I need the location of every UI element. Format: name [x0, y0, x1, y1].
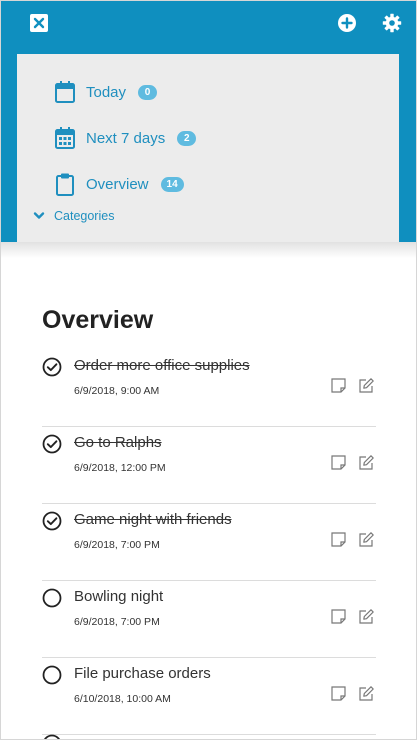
header-bar: Today 0 Next 7 days 2 Overview 14 Catego…	[1, 1, 416, 242]
note-button[interactable]	[330, 531, 347, 548]
edit-icon	[359, 609, 374, 624]
empty-circle-icon	[42, 588, 62, 608]
task-title[interactable]: Go to Ralphs	[74, 434, 162, 451]
task-item[interactable]: Game night with friends 6/9/2018, 7:00 PM	[42, 503, 376, 581]
task-item[interactable]: Bowling night 6/9/2018, 7:00 PM	[42, 580, 376, 658]
clipboard-icon	[56, 173, 74, 196]
edit-button[interactable]	[358, 608, 375, 625]
count-badge-next-7-days: 2	[177, 130, 197, 146]
note-button[interactable]	[330, 608, 347, 625]
check-circle-icon	[42, 357, 62, 377]
empty-circle-icon	[44, 734, 60, 739]
next-task-peek	[42, 734, 62, 739]
complete-toggle[interactable]	[42, 357, 62, 377]
nav-drawer: Today 0 Next 7 days 2 Overview 14 Catego…	[17, 54, 399, 242]
nav-label-overview: Overview	[86, 175, 149, 193]
task-title[interactable]: Order more office supplies	[74, 357, 250, 374]
edit-icon	[359, 686, 374, 701]
task-item[interactable]: File purchase orders 6/10/2018, 10:00 AM	[42, 657, 376, 735]
edit-icon	[359, 378, 374, 393]
gear-icon	[382, 13, 402, 33]
count-badge-today: 0	[138, 84, 158, 100]
close-icon	[30, 14, 48, 32]
complete-toggle[interactable]	[42, 665, 62, 685]
edit-button[interactable]	[358, 685, 375, 702]
check-circle-icon	[42, 511, 62, 531]
task-title[interactable]: Game night with friends	[74, 511, 232, 528]
note-icon	[331, 455, 346, 470]
note-button[interactable]	[330, 377, 347, 394]
count-badge-overview: 14	[160, 176, 184, 192]
add-button[interactable]	[337, 13, 357, 33]
task-item[interactable]: Go to Ralphs 6/9/2018, 12:00 PM	[42, 426, 376, 504]
edit-icon	[359, 532, 374, 547]
categories-label: Categories	[54, 209, 115, 223]
edit-button[interactable]	[358, 454, 375, 471]
page-title: Overview	[42, 306, 154, 334]
nav-label-today: Today	[86, 83, 127, 101]
complete-toggle[interactable]	[42, 434, 62, 454]
edit-button[interactable]	[358, 531, 375, 548]
chevron-down-icon	[33, 212, 45, 219]
task-title[interactable]: File purchase orders	[74, 665, 211, 682]
nav-item-next-7-days[interactable]: Next 7 days 2	[54, 126, 197, 150]
note-icon	[331, 532, 346, 547]
app-frame: Today 0 Next 7 days 2 Overview 14 Catego…	[0, 0, 417, 740]
task-title[interactable]: Bowling night	[74, 588, 163, 605]
task-date: 6/10/2018, 10:00 AM	[74, 693, 171, 705]
edit-button[interactable]	[358, 377, 375, 394]
task-date: 6/9/2018, 7:00 PM	[74, 539, 160, 551]
task-date: 6/9/2018, 7:00 PM	[74, 616, 160, 628]
note-button[interactable]	[330, 454, 347, 471]
task-item[interactable]: Order more office supplies 6/9/2018, 9:00…	[42, 349, 376, 427]
nav-item-today[interactable]: Today 0	[54, 80, 158, 104]
empty-circle-icon	[42, 665, 62, 685]
categories-toggle[interactable]: Categories	[33, 209, 114, 223]
note-icon	[331, 378, 346, 393]
complete-toggle[interactable]	[42, 511, 62, 531]
note-icon	[331, 686, 346, 701]
add-circle-icon	[338, 14, 356, 32]
edit-icon	[359, 455, 374, 470]
complete-toggle[interactable]	[42, 588, 62, 608]
task-date: 6/9/2018, 12:00 PM	[74, 462, 166, 474]
calendar-grid-icon	[55, 127, 75, 149]
nav-label-next-7-days: Next 7 days	[86, 129, 166, 147]
header-shadow	[1, 242, 416, 258]
note-icon	[331, 609, 346, 624]
check-circle-icon	[42, 434, 62, 454]
settings-button[interactable]	[382, 13, 402, 33]
close-button[interactable]	[29, 13, 49, 33]
note-button[interactable]	[330, 685, 347, 702]
nav-item-overview[interactable]: Overview 14	[54, 172, 184, 196]
task-date: 6/9/2018, 9:00 AM	[74, 385, 160, 397]
calendar-icon	[55, 81, 75, 103]
